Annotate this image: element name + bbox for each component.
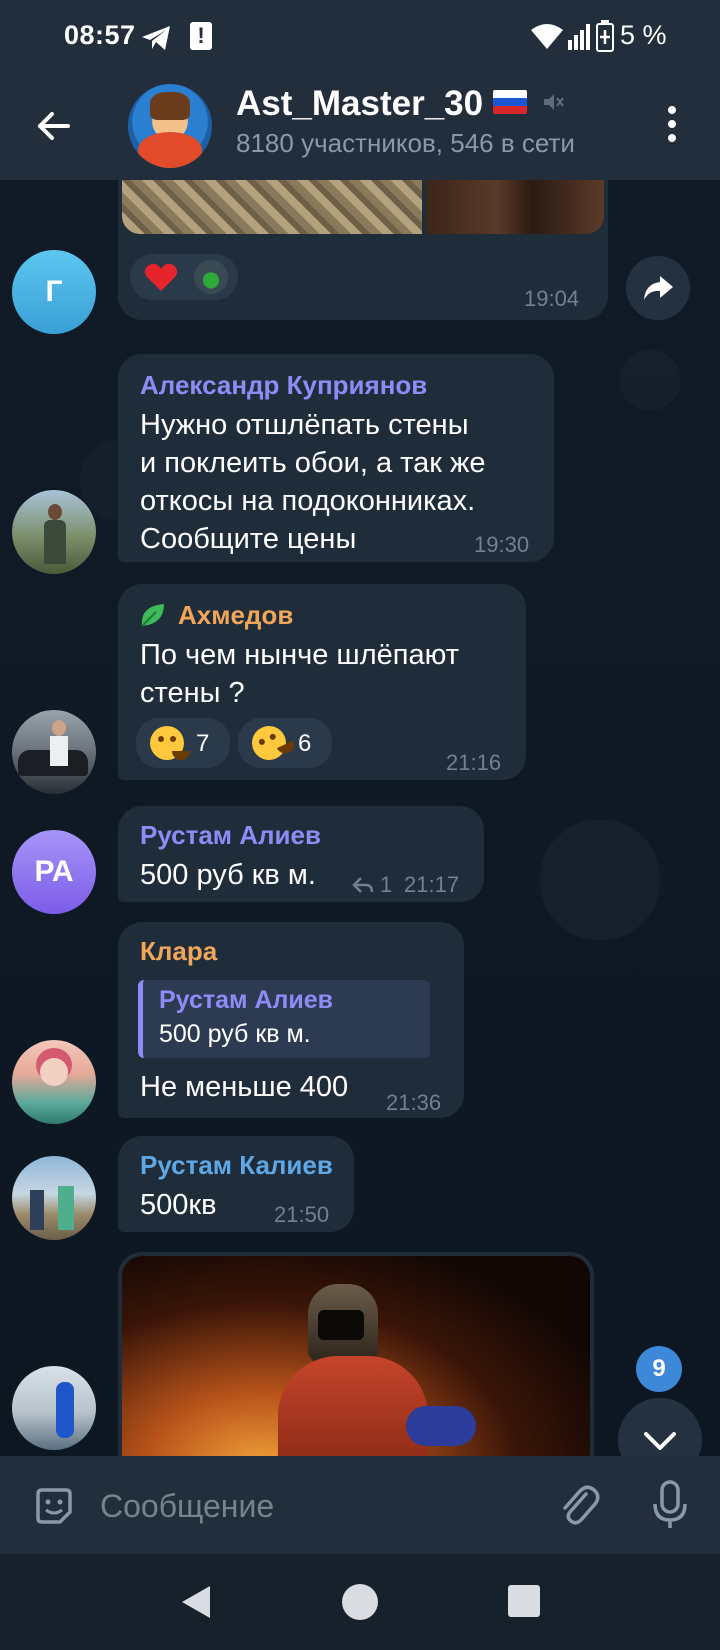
- quote-text: 500 руб кв м.: [159, 1020, 311, 1048]
- message-time: 21:16: [446, 750, 502, 775]
- back-arrow-icon[interactable]: [34, 106, 74, 146]
- leaf-icon: [141, 604, 164, 627]
- reaction-avatar: [194, 260, 228, 294]
- reaction-heart[interactable]: [130, 254, 238, 300]
- reply-quote[interactable]: Рустам Алиев 500 руб кв м.: [138, 980, 430, 1058]
- message-bubble[interactable]: Ахмедов По чем нынче шлёпают стены ? 7 6…: [118, 584, 526, 780]
- message-text: 500 руб кв м.: [140, 859, 316, 891]
- scroll-down-button[interactable]: [618, 1398, 702, 1456]
- reaction-count: 7: [196, 730, 210, 757]
- message-text: Нужно отшлёпать стены: [140, 409, 469, 441]
- message-time: 19:04: [524, 286, 580, 311]
- sender-name[interactable]: Клара: [140, 936, 217, 967]
- wifi-icon: [531, 24, 563, 49]
- message-time: 19:30: [474, 532, 530, 557]
- battery-level: 5 %: [620, 20, 667, 50]
- chat-title[interactable]: Ast_Master_30: [236, 84, 565, 124]
- battery-icon: [596, 20, 614, 52]
- microphone-icon[interactable]: [652, 1480, 688, 1530]
- telegram-icon: [142, 26, 170, 50]
- reaction-grinning[interactable]: 7: [136, 718, 230, 768]
- chat-subtitle: 8180 участников, 546 в сети: [236, 128, 575, 158]
- rolling-laughing-face-icon: [246, 720, 298, 766]
- avatar-letter[interactable]: РА: [12, 830, 96, 914]
- sender-name[interactable]: Александр Куприянов: [140, 370, 427, 401]
- paperclip-icon[interactable]: [556, 1482, 600, 1528]
- message-text: и поклеить обои, а так же: [140, 447, 486, 479]
- message-text: 500кв: [140, 1189, 217, 1221]
- user-avatar[interactable]: [12, 1366, 96, 1450]
- reaction-count: 6: [298, 730, 312, 757]
- forward-button[interactable]: [626, 256, 690, 320]
- user-avatar[interactable]: [12, 710, 96, 794]
- signal-icon: [568, 24, 590, 50]
- message-time: 21:36: [386, 1090, 442, 1115]
- message-photo[interactable]: [426, 180, 604, 234]
- unread-badge[interactable]: 9: [636, 1346, 682, 1392]
- user-avatar[interactable]: [12, 1156, 96, 1240]
- heart-icon: [144, 263, 178, 291]
- sender-name[interactable]: Ахмедов: [178, 600, 293, 631]
- message-bubble[interactable]: Александр Куприянов Нужно отшлёпать стен…: [118, 354, 554, 562]
- user-avatar[interactable]: [12, 490, 96, 574]
- message-time: 21:50: [274, 1202, 330, 1227]
- nav-recents-icon[interactable]: [508, 1585, 540, 1617]
- message-text: откосы на подоконниках.: [140, 485, 476, 517]
- status-bar: 08:57 5 %: [0, 0, 720, 72]
- message-bubble[interactable]: Рустам Алиев 500 руб кв м. 1 21:17: [118, 806, 484, 902]
- group-avatar[interactable]: [128, 84, 212, 168]
- sender-name[interactable]: Рустам Алиев: [140, 820, 321, 851]
- sticker-icon[interactable]: [32, 1484, 76, 1528]
- status-time: 08:57: [64, 20, 136, 50]
- user-avatar[interactable]: [12, 1040, 96, 1124]
- nav-back-icon[interactable]: [180, 1584, 212, 1620]
- alert-icon: [190, 22, 212, 50]
- nav-home-icon[interactable]: [342, 1584, 378, 1620]
- message-photo[interactable]: [122, 1256, 590, 1456]
- message-bubble[interactable]: [118, 1252, 594, 1456]
- sender-name[interactable]: Рустам Калиев: [140, 1150, 333, 1181]
- chevron-down-icon: [644, 1432, 676, 1450]
- message-bubble[interactable]: Рустам Калиев 500кв 21:50: [118, 1136, 354, 1232]
- message-text: Не меньше 400: [140, 1071, 349, 1103]
- message-photo[interactable]: [122, 180, 422, 234]
- muted-icon: [544, 93, 564, 110]
- grinning-face-icon: [150, 726, 190, 760]
- system-navigation-bar: [0, 1554, 720, 1650]
- reaction-rolling-laughing[interactable]: 6: [238, 718, 332, 768]
- message-time: 21:17: [404, 872, 460, 897]
- reply-icon[interactable]: [352, 876, 374, 894]
- reply-count[interactable]: 1: [380, 872, 392, 898]
- message-composer: [0, 1456, 720, 1554]
- message-text: По чем нынче шлёпают: [140, 639, 459, 671]
- message-text: стены ?: [140, 677, 245, 709]
- quote-author: Рустам Алиев: [159, 986, 334, 1014]
- message-bubble[interactable]: 19:04: [118, 180, 608, 320]
- share-icon: [644, 276, 673, 300]
- message-list[interactable]: 19:04 Г Александр Куприянов Нужно отшлёп…: [0, 180, 720, 1456]
- more-options-icon[interactable]: [660, 102, 684, 146]
- chat-title-text: Ast_Master_30: [236, 84, 484, 123]
- avatar-letter[interactable]: Г: [12, 250, 96, 334]
- russia-flag-icon: [493, 89, 528, 114]
- message-text: Сообщите цены: [140, 523, 357, 555]
- message-input[interactable]: [100, 1482, 520, 1530]
- message-bubble[interactable]: Клара Рустам Алиев 500 руб кв м. Не мень…: [118, 922, 464, 1118]
- chat-header: Ast_Master_30 8180 участников, 546 в сет…: [0, 72, 720, 180]
